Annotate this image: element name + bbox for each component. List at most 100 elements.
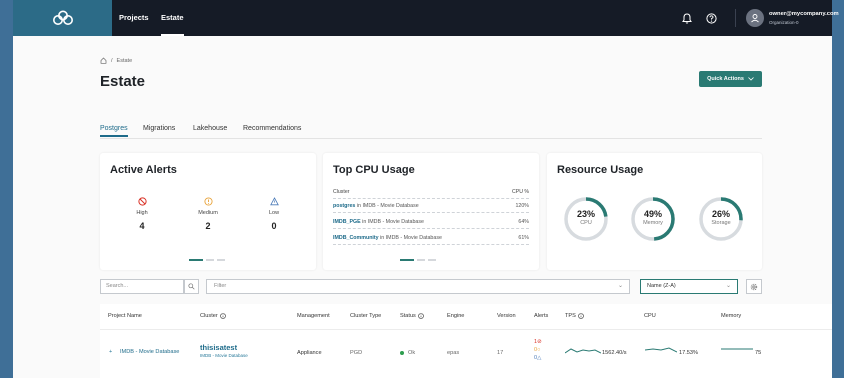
cpu-row-project: in IMDB - Movie Database	[355, 203, 419, 209]
top-nav: Projects Estate owner@mycompany.com Orga…	[13, 0, 839, 36]
search-icon	[188, 283, 195, 290]
row-engine: epas	[447, 350, 460, 356]
home-icon[interactable]	[100, 57, 107, 64]
col-engine[interactable]: Engine	[447, 313, 464, 319]
warning-triangle-icon	[269, 197, 279, 206]
tab-recommendations[interactable]: Recommendations	[243, 125, 301, 137]
tabs-divider	[100, 138, 762, 139]
cpu-row-pct: 61%	[518, 235, 529, 241]
breadcrumb-current: Estate	[116, 57, 133, 64]
left-edge	[0, 0, 13, 378]
cpu-table-header: Cluster CPU %	[333, 189, 529, 199]
cpu-row-cluster[interactable]: IMDB_PGE	[333, 219, 361, 225]
cpu-row[interactable]: postgres in IMDB - Movie Database 120%	[333, 203, 529, 213]
col-management[interactable]: Management	[297, 313, 330, 319]
cpu-row-project: in IMDB - Movie Database	[360, 219, 424, 225]
row-project[interactable]: IMDB - Movie Database	[120, 349, 179, 355]
tab-migrations[interactable]: Migrations	[143, 125, 175, 137]
warning-triangle-icon: △	[537, 355, 542, 361]
avatar[interactable]	[746, 9, 764, 27]
col-project[interactable]: Project Name	[108, 313, 142, 319]
col-memory[interactable]: Memory	[721, 313, 741, 319]
breadcrumb-separator: /	[111, 57, 113, 64]
filter-input[interactable]: Filter ⌄	[206, 279, 630, 294]
blocked-icon: ⊘	[537, 339, 542, 345]
row-cluster-type: PGD	[350, 350, 363, 356]
col-status[interactable]: Status	[400, 313, 424, 319]
tab-lakehouse[interactable]: Lakehouse	[193, 125, 227, 137]
page-title: Estate	[100, 73, 146, 90]
logo[interactable]	[13, 0, 112, 36]
user-email[interactable]: owner@mycompany.com	[769, 11, 839, 17]
gear-icon	[750, 283, 758, 290]
info-icon[interactable]	[418, 313, 424, 319]
user-org: Organization-0	[769, 20, 799, 25]
cpu-row-cluster[interactable]: postgres	[333, 203, 355, 209]
gauge-label: Storage	[711, 220, 731, 226]
user-icon	[751, 14, 759, 23]
col-status-label: Status	[400, 313, 416, 319]
warning-circle-icon	[203, 197, 213, 206]
logo-icon	[52, 10, 73, 25]
alert-low-label: Low	[268, 210, 280, 216]
storage-gauge: 26% Storage	[697, 195, 745, 243]
row-status-text: Ok	[408, 350, 416, 356]
cpu-row-cluster[interactable]: IMDB_Community	[333, 235, 379, 241]
help-icon[interactable]	[704, 11, 718, 25]
cpu-row[interactable]: IMDB_PGE in IMDB - Movie Database 64%	[333, 219, 529, 229]
tab-postgres[interactable]: Postgres	[100, 125, 128, 137]
chevron-down-icon	[748, 77, 754, 81]
row-cluster-project[interactable]: IMDB - Movie Database	[200, 353, 248, 358]
right-edge	[832, 0, 844, 378]
cpu-row-project: in IMDB - Movie Database	[378, 235, 442, 241]
cpu-col-cluster: Cluster	[333, 189, 350, 195]
cpu-row-pct: 120%	[515, 203, 529, 209]
filter-placeholder: Filter	[214, 283, 227, 289]
alert-medium-label: Medium	[198, 210, 218, 216]
sort-value: Name (Z-A)	[647, 283, 676, 289]
info-icon[interactable]	[578, 313, 584, 319]
expand-icon[interactable]: +	[109, 349, 112, 355]
quick-actions-button[interactable]: Quick Actions	[699, 71, 762, 87]
row-alerts[interactable]: 1⊘ 0○ 0△	[534, 338, 542, 362]
alert-medium[interactable]: Medium 2	[188, 197, 228, 231]
row-cpu: 17.53%	[679, 350, 698, 356]
search-input[interactable]: Search...	[100, 279, 184, 294]
cpu-row[interactable]: IMDB_Community in IMDB - Movie Database …	[333, 235, 529, 245]
carousel-dots[interactable]	[189, 259, 225, 261]
cpu-sparkline	[645, 347, 677, 353]
bell-icon[interactable]	[680, 11, 694, 25]
cpu-row-pct: 64%	[518, 219, 529, 225]
alert-high-count: 4	[139, 221, 145, 231]
col-cluster-type[interactable]: Cluster Type	[350, 313, 381, 319]
sort-select[interactable]: Name (Z-A) ⌄	[640, 279, 738, 294]
status-ok-dot	[400, 350, 404, 355]
clusters-table: Project Name Cluster Management Cluster …	[100, 304, 832, 378]
search-button[interactable]	[184, 279, 199, 294]
alert-low[interactable]: Low 0	[254, 197, 294, 231]
info-icon[interactable]	[219, 313, 226, 319]
alert-high[interactable]: High 4	[122, 197, 162, 231]
col-cpu[interactable]: CPU	[644, 313, 656, 319]
row-cluster[interactable]: thisisatest	[200, 343, 237, 352]
chevron-down-icon: ⌄	[617, 283, 623, 289]
alert-high-label: High	[136, 210, 148, 216]
gauge-value: 49%	[643, 209, 662, 219]
col-tps[interactable]: TPS	[565, 313, 584, 319]
quick-actions-label: Quick Actions	[707, 76, 744, 82]
cpu-gauge: 23% CPU	[562, 195, 610, 243]
column-settings-button[interactable]	[746, 279, 762, 294]
col-version[interactable]: Version	[497, 313, 516, 319]
warning-circle-icon: ○	[537, 347, 541, 353]
col-alerts[interactable]: Alerts	[534, 313, 548, 319]
nav-estate[interactable]: Estate	[161, 0, 184, 36]
carousel-dots[interactable]	[400, 259, 436, 261]
chevron-down-icon: ⌄	[725, 283, 731, 289]
gauge-value: 23%	[576, 209, 595, 219]
nav-projects[interactable]: Projects	[119, 0, 149, 36]
alert-low-count: 0	[271, 221, 277, 231]
resource-usage-title: Resource Usage	[557, 164, 644, 176]
col-cluster[interactable]: Cluster	[200, 313, 226, 319]
row-version: 17	[497, 350, 504, 356]
active-alerts-card: Active Alerts High 4 Medium 2 Low 0	[100, 153, 316, 270]
